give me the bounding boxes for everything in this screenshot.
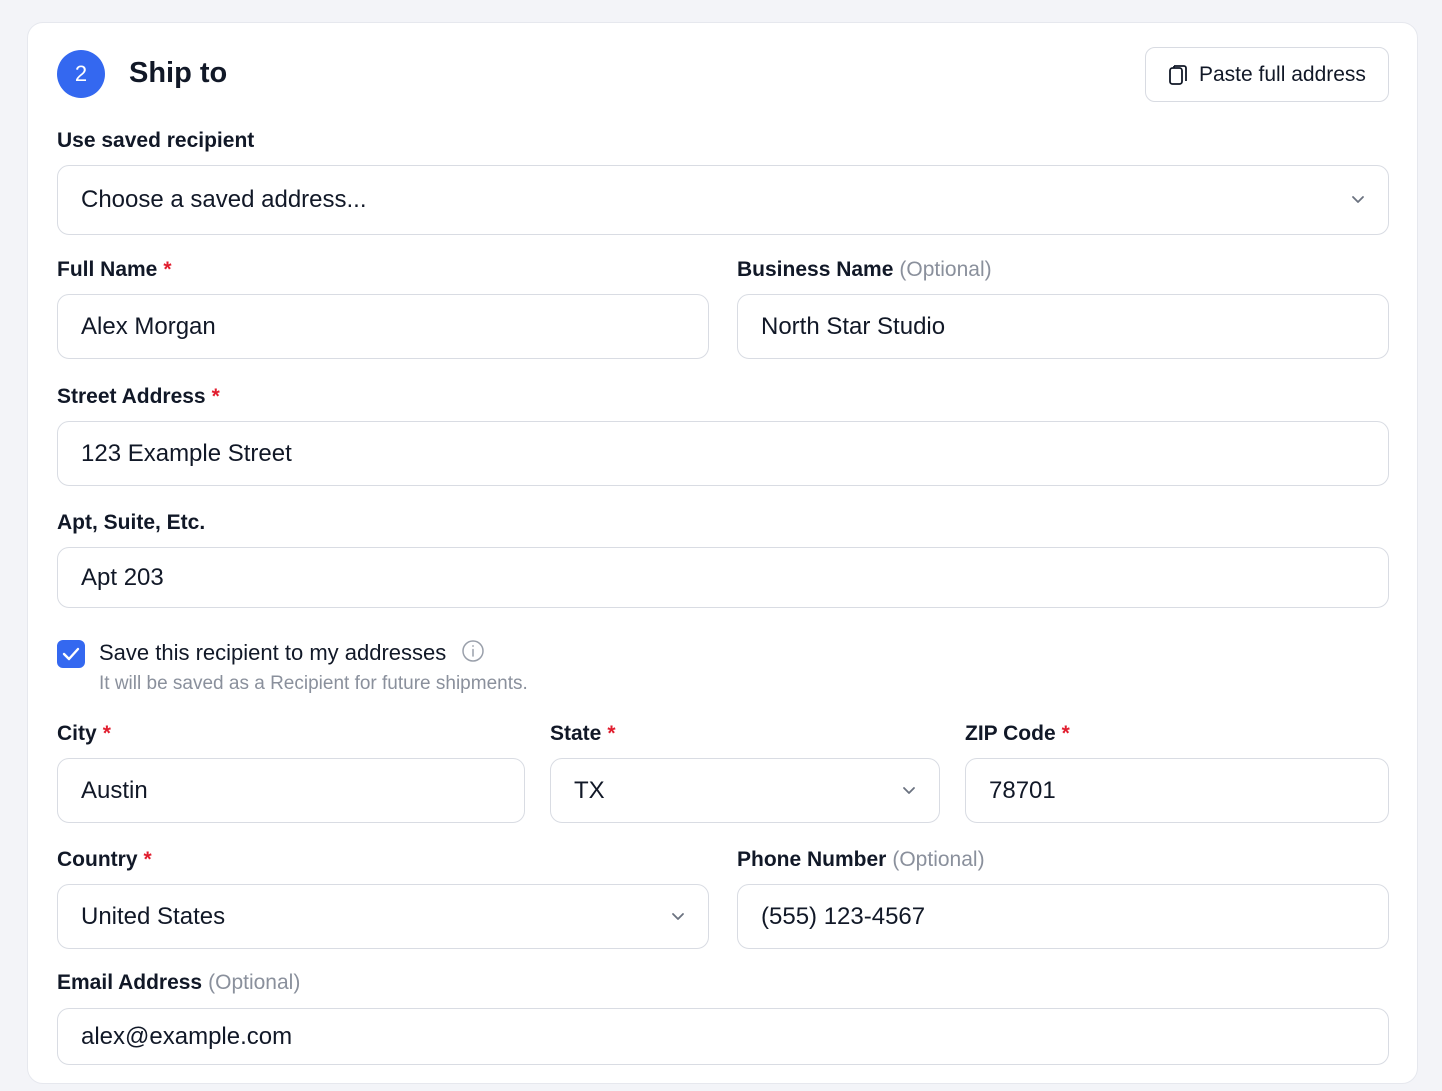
optional-marker: (Optional) (208, 971, 301, 994)
paste-full-address-label: Paste full address (1199, 62, 1366, 86)
full-name-label: Full Name * (57, 258, 172, 282)
street-address-label: Street Address * (57, 385, 220, 409)
required-marker: * (102, 722, 111, 745)
email-address-field[interactable] (57, 1008, 1389, 1065)
business-name-field[interactable] (737, 294, 1389, 359)
step-number-badge: 2 (57, 50, 105, 98)
full-name-label-text: Full Name (57, 258, 158, 281)
apt-suite-field[interactable] (57, 547, 1389, 608)
phone-number-field[interactable] (737, 884, 1389, 949)
street-address-input[interactable] (81, 439, 1388, 468)
chevron-down-icon (903, 786, 915, 794)
country-select[interactable]: United States (57, 884, 709, 949)
apt-suite-label: Apt, Suite, Etc. (57, 511, 206, 534)
full-name-field[interactable] (57, 294, 709, 359)
chevron-down-icon (672, 912, 684, 920)
phone-number-label: Phone Number (Optional) (737, 848, 985, 872)
optional-marker: (Optional) (892, 848, 985, 871)
city-input[interactable] (81, 776, 524, 805)
clipboard-icon (1169, 64, 1187, 85)
email-address-input[interactable] (81, 1022, 1388, 1051)
state-select[interactable]: TX (550, 758, 940, 823)
phone-number-input[interactable] (761, 902, 1388, 931)
checkmark-icon (62, 647, 80, 661)
business-name-label: Business Name (Optional) (737, 258, 992, 282)
chevron-down-icon (1352, 196, 1364, 203)
city-label-text: City (57, 722, 97, 745)
saved-recipient-select[interactable]: Choose a saved address... (57, 165, 1389, 235)
street-address-field[interactable] (57, 421, 1389, 486)
required-marker: * (211, 385, 220, 408)
save-recipient-helper-text: It will be saved as a Recipient for futu… (99, 673, 528, 694)
email-address-label: Email Address (Optional) (57, 971, 300, 995)
apt-suite-input[interactable] (81, 563, 1388, 592)
state-label: State * (550, 722, 616, 746)
save-recipient-checkbox[interactable] (57, 640, 85, 668)
ship-to-card: 2 Ship to Paste full address Use saved r… (27, 22, 1418, 1084)
saved-recipient-label: Use saved recipient (57, 129, 255, 152)
business-name-label-text: Business Name (737, 258, 894, 281)
street-address-label-text: Street Address (57, 385, 206, 408)
city-field[interactable] (57, 758, 525, 823)
country-label: Country * (57, 848, 152, 872)
phone-number-label-text: Phone Number (737, 848, 887, 871)
info-icon[interactable] (461, 639, 485, 663)
saved-recipient-value: Choose a saved address... (81, 186, 367, 213)
full-name-input[interactable] (81, 312, 708, 341)
state-value: TX (574, 776, 605, 804)
country-label-text: Country (57, 848, 138, 871)
zip-code-label: ZIP Code * (965, 722, 1070, 746)
state-label-text: State (550, 722, 602, 745)
business-name-input[interactable] (761, 312, 1388, 341)
section-title: Ship to (129, 57, 228, 89)
required-marker: * (607, 722, 616, 745)
paste-full-address-button[interactable]: Paste full address (1145, 47, 1389, 102)
save-recipient-label[interactable]: Save this recipient to my addresses (99, 640, 446, 666)
optional-marker: (Optional) (899, 258, 992, 281)
required-marker: * (143, 848, 152, 871)
zip-code-input[interactable] (989, 776, 1388, 805)
zip-code-field[interactable] (965, 758, 1389, 823)
zip-code-label-text: ZIP Code (965, 722, 1056, 745)
required-marker: * (163, 258, 172, 281)
city-label: City * (57, 722, 111, 746)
required-marker: * (1061, 722, 1070, 745)
email-address-label-text: Email Address (57, 971, 203, 994)
country-value: United States (81, 902, 226, 930)
